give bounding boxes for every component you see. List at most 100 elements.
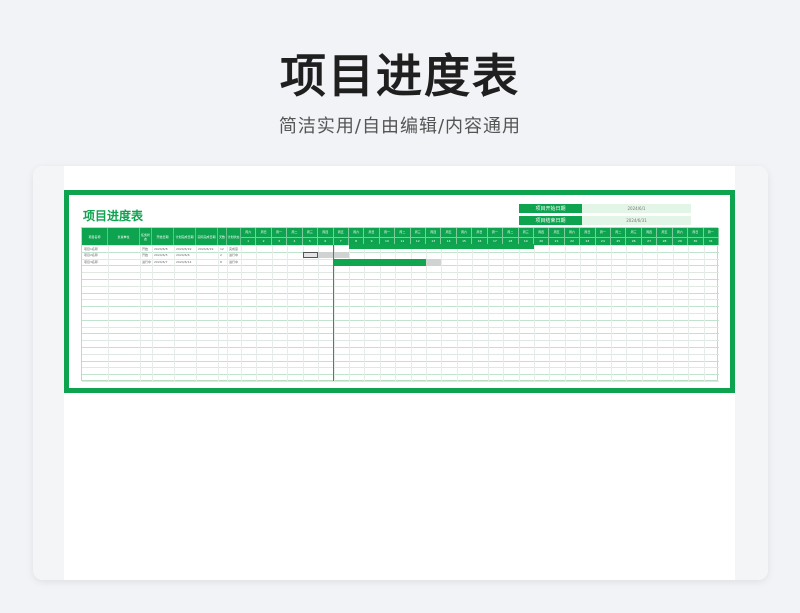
weekday-header: 周一 xyxy=(272,228,288,237)
weekday-header: 周一 xyxy=(596,228,612,237)
table-cell[interactable]: 项目3名称 xyxy=(84,260,98,264)
day-divider xyxy=(533,245,535,381)
weekday-header: 周六 xyxy=(673,228,689,237)
day-number-header: 6 xyxy=(318,236,334,245)
table-cell[interactable]: 项目2名称 xyxy=(84,253,98,257)
table-cell[interactable]: 2024/6/14 xyxy=(176,260,191,264)
weekday-header: 周五 xyxy=(549,228,565,237)
column-header: 任务状态 xyxy=(140,228,152,245)
row-divider xyxy=(82,353,719,355)
day-number-header: 27 xyxy=(641,236,658,245)
column-header: 计划状态 xyxy=(227,228,241,245)
day-number-header: 20 xyxy=(533,236,550,245)
weekday-header: 周六 xyxy=(241,228,257,237)
start-date-value[interactable]: 2024/6/1 xyxy=(582,204,691,213)
weekday-header: 周五 xyxy=(334,228,349,237)
column-divider xyxy=(227,245,228,381)
row-divider xyxy=(82,285,719,287)
row-divider xyxy=(82,347,719,348)
day-divider xyxy=(518,245,520,381)
weekday-header: 周二 xyxy=(611,228,627,237)
end-date-label: 项目结束日期 xyxy=(519,216,582,225)
day-divider xyxy=(641,245,643,381)
day-divider xyxy=(287,245,289,381)
table-cell[interactable]: 进行中 xyxy=(229,260,238,264)
day-divider xyxy=(318,245,320,381)
day-number-header: 22 xyxy=(564,236,581,245)
weekday-header: 周一 xyxy=(704,228,719,237)
day-divider xyxy=(503,245,505,381)
day-number-header: 30 xyxy=(688,236,704,245)
day-divider xyxy=(271,245,273,381)
weekday-header: 周日 xyxy=(364,228,380,237)
row-divider xyxy=(82,292,719,294)
table-cell[interactable]: 12 xyxy=(220,247,224,251)
day-divider xyxy=(456,245,458,381)
day-number-header: 5 xyxy=(302,236,319,245)
row-divider xyxy=(82,272,719,274)
row-divider xyxy=(82,313,719,314)
day-number-header: 2 xyxy=(256,236,272,245)
weekday-header: 周三 xyxy=(519,228,534,237)
weekday-header: 周三 xyxy=(303,228,319,237)
weekday-header: 周四 xyxy=(318,228,334,237)
column-divider xyxy=(152,245,153,381)
table-cell[interactable]: 2024/6/6 xyxy=(176,253,189,257)
row-divider xyxy=(82,306,719,308)
day-number-header: 23 xyxy=(580,236,596,245)
weekday-header: 周二 xyxy=(395,228,411,237)
day-divider xyxy=(441,245,443,381)
day-number-header: 31 xyxy=(703,236,719,245)
start-date-label: 项目开始日期 xyxy=(519,204,582,213)
table-cell[interactable]: 开始 xyxy=(142,247,148,251)
row-divider xyxy=(82,367,719,369)
day-divider xyxy=(626,245,628,381)
column-divider xyxy=(108,245,109,381)
row-divider xyxy=(82,374,719,376)
column-header: 计划完成日期 xyxy=(174,228,196,245)
day-number-header: 1 xyxy=(241,236,257,245)
row-divider xyxy=(82,381,719,382)
gantt-bar xyxy=(348,243,534,249)
table-cell[interactable]: 2024/6/7 xyxy=(154,260,167,264)
table-cell[interactable]: 8 xyxy=(220,260,222,264)
day-number-header: 21 xyxy=(549,236,565,245)
weekday-header: 周一 xyxy=(380,228,396,237)
page-title: 项目进度表 xyxy=(280,49,520,103)
weekday-header: 周日 xyxy=(580,228,596,237)
table-cell[interactable]: 2024/6/5 xyxy=(154,253,167,257)
column-header: 项目名称 xyxy=(82,228,108,245)
weekday-header: 周日 xyxy=(688,228,704,237)
spreadsheet-preview: 项目进度表 项目开始日期 2024/6/1 项目结束日期 2024/6/31 项… xyxy=(64,190,735,393)
selected-cell[interactable] xyxy=(302,252,319,259)
day-number-header: 26 xyxy=(626,236,642,245)
gantt-bar xyxy=(333,259,427,267)
today-line xyxy=(332,245,334,381)
table-cell[interactable]: 开始 xyxy=(142,253,148,257)
row-divider xyxy=(82,360,719,362)
column-divider xyxy=(174,245,175,381)
table-cell[interactable]: 2024/6/19 xyxy=(198,247,213,251)
table-cell[interactable]: 项目1名称 xyxy=(84,247,98,251)
column-divider xyxy=(241,245,242,381)
table-cell[interactable]: 2024/6/8 xyxy=(154,247,167,251)
column-divider xyxy=(196,245,197,381)
day-divider xyxy=(688,245,690,381)
row-divider xyxy=(82,326,719,328)
weekday-header: 周六 xyxy=(349,228,365,237)
table-cell[interactable]: 完成度 xyxy=(229,247,238,251)
day-number-header: 25 xyxy=(611,236,627,245)
day-divider xyxy=(580,245,582,381)
sheet-title: 项目进度表 xyxy=(83,209,144,223)
start-date-row: 项目开始日期 2024/6/1 xyxy=(519,204,691,213)
page-subtitle: 简洁实用/自由编辑/内容通用 xyxy=(278,116,522,137)
table-cell[interactable]: 进行中 xyxy=(142,260,151,264)
project-date-info: 项目开始日期 2024/6/1 项目结束日期 2024/6/31 xyxy=(519,204,691,228)
table-cell[interactable]: 进行中 xyxy=(229,253,238,257)
table-cell[interactable]: 2 xyxy=(220,253,222,257)
table-cell[interactable]: 2024/6/19 xyxy=(176,247,191,251)
day-number-header: 3 xyxy=(271,236,288,245)
column-header: 天数 xyxy=(218,228,227,245)
day-divider xyxy=(611,245,613,381)
end-date-value[interactable]: 2024/6/31 xyxy=(582,216,691,225)
